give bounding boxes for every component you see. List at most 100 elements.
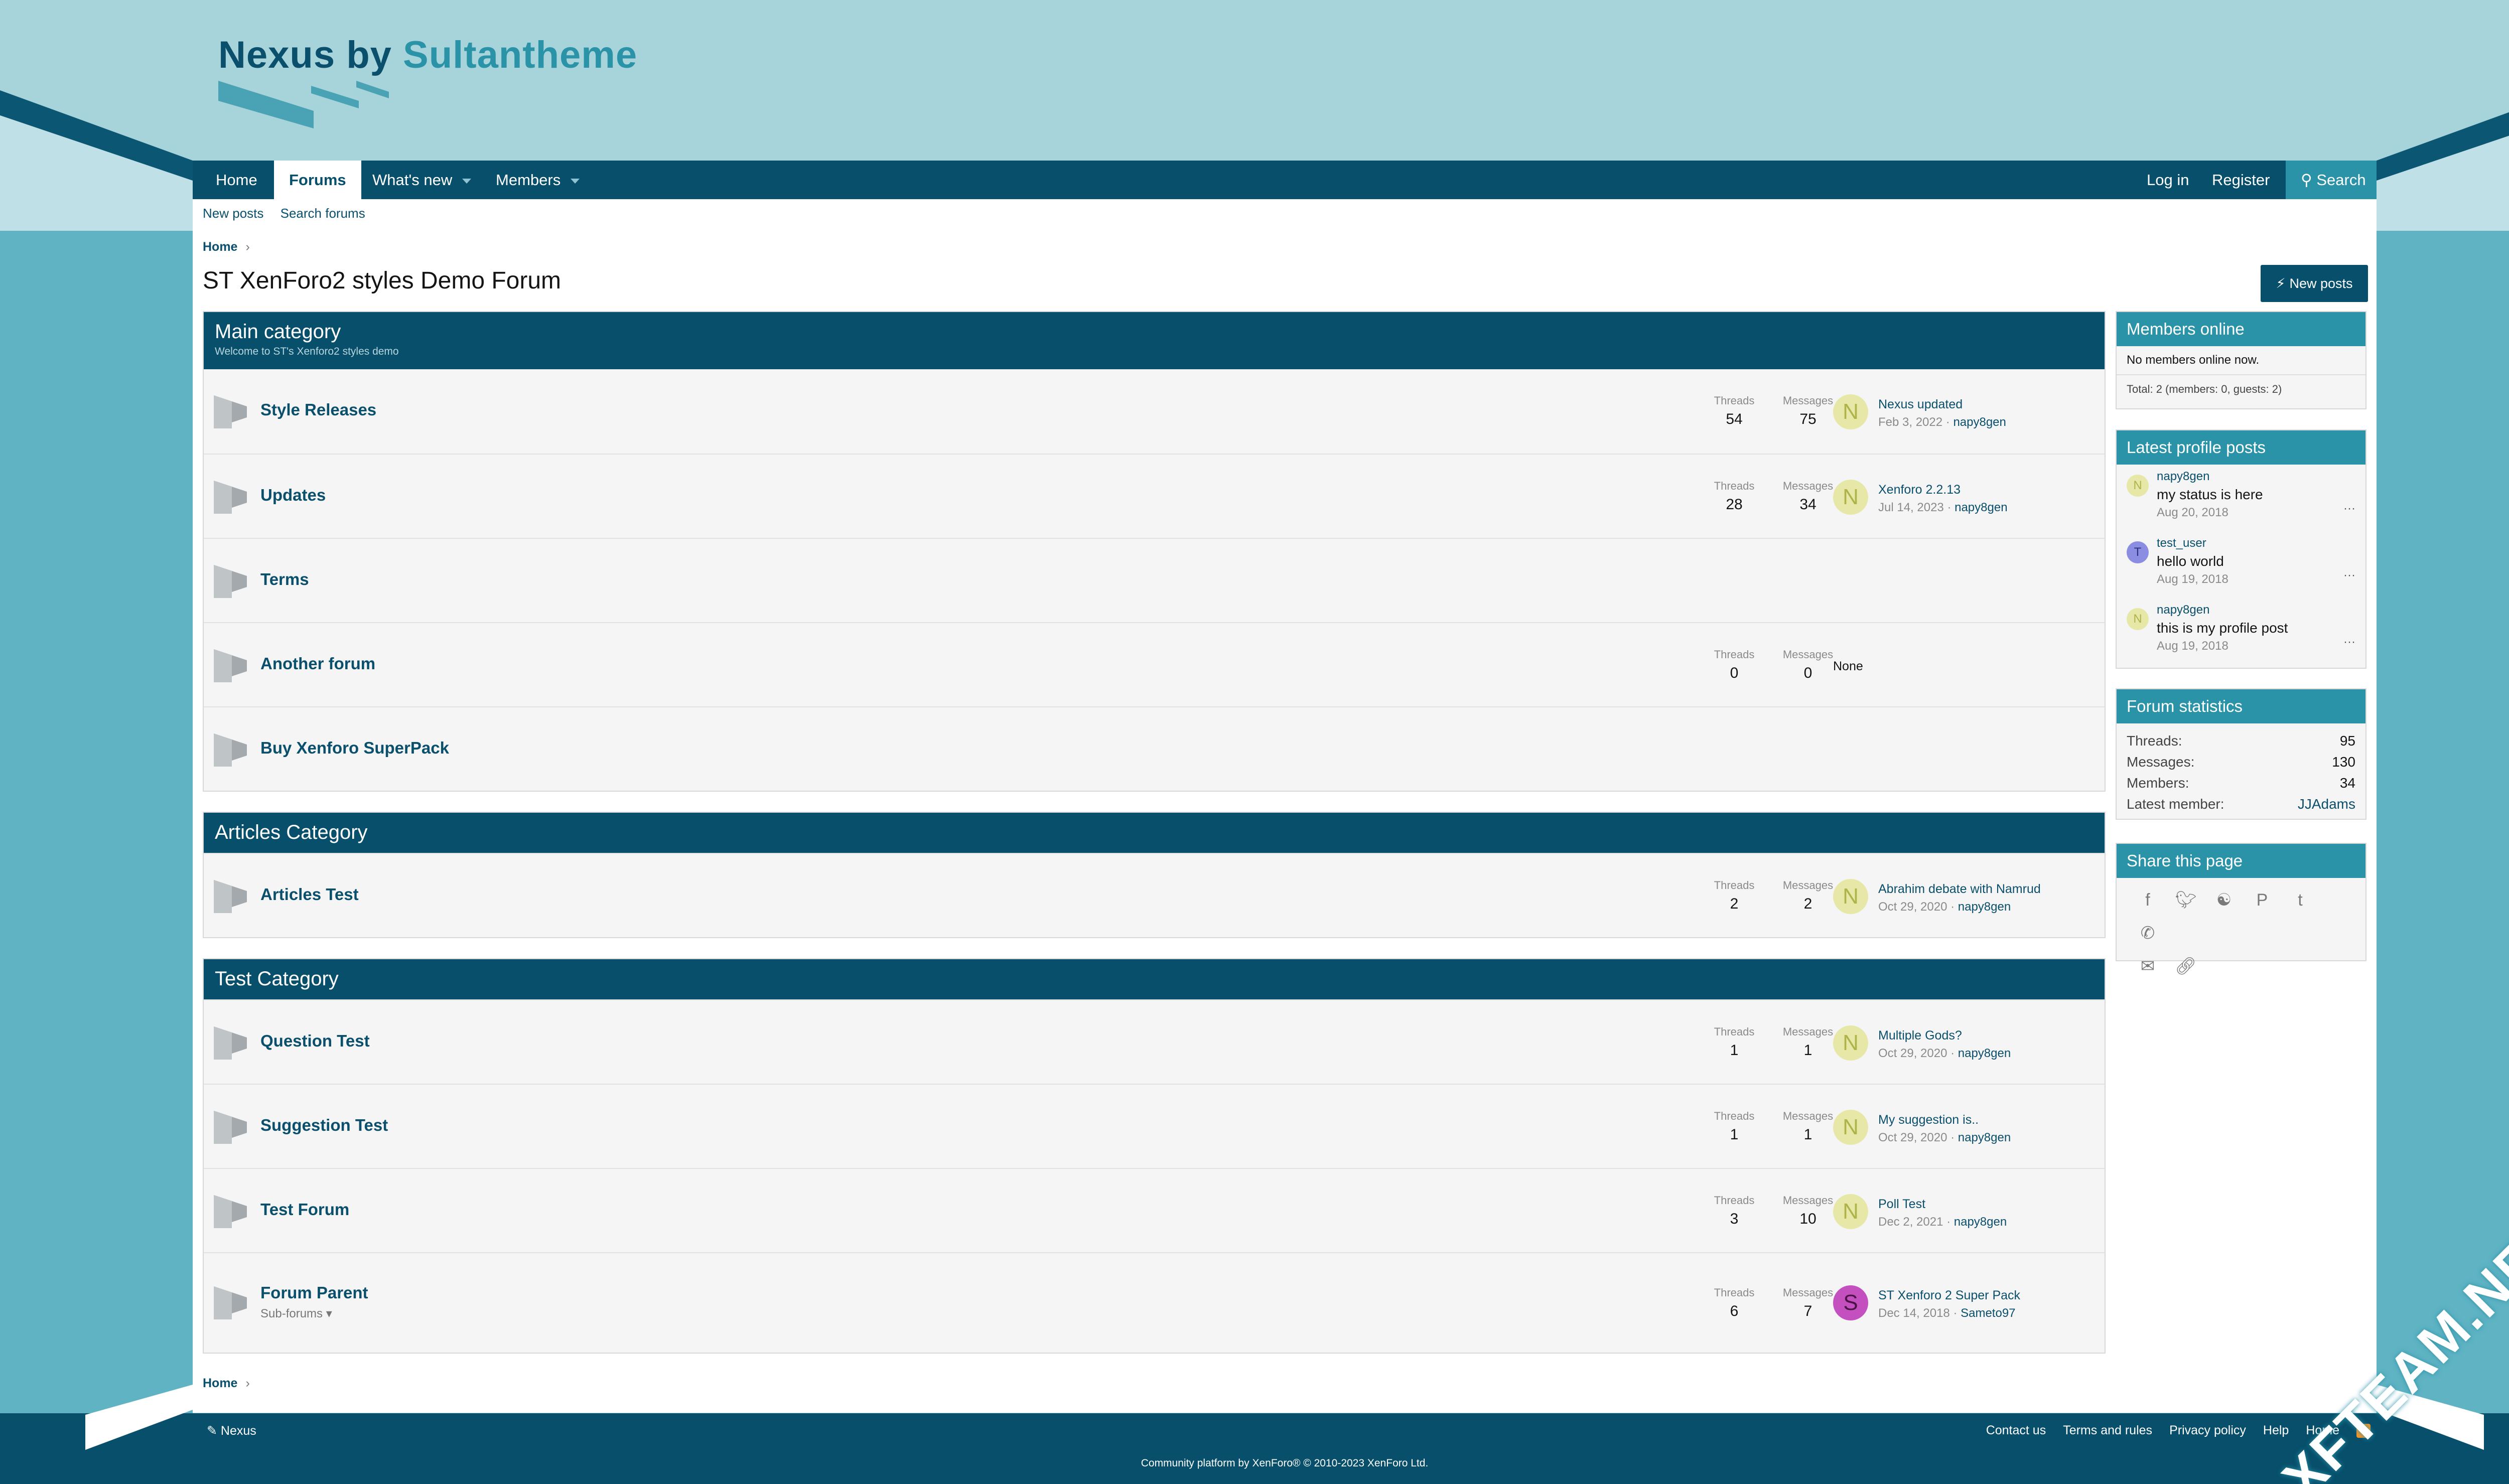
message-count: Messages 1 bbox=[1782, 1110, 1834, 1143]
sub-navigation: New posts Search forums bbox=[203, 206, 378, 226]
forum-node: Test Forum Threads 3 Messages 10 N Poll Te… bbox=[204, 1168, 2105, 1252]
avatar[interactable]: N bbox=[2127, 475, 2149, 497]
last-post-title[interactable]: My suggestion is.. bbox=[1878, 1113, 1979, 1127]
more-options-icon[interactable]: ··· bbox=[2343, 502, 2355, 516]
profile-post-date[interactable]: Aug 19, 2018 bbox=[2157, 639, 2228, 653]
last-post-date[interactable]: Oct 29, 2020 bbox=[1878, 1131, 1947, 1144]
breadcrumb-home[interactable]: Home bbox=[203, 240, 237, 254]
last-post-user[interactable]: napy8gen bbox=[1958, 900, 2011, 914]
search-button[interactable]: ⚲ Search bbox=[2286, 161, 2377, 199]
category-header[interactable]: Test Category bbox=[204, 959, 2105, 999]
profile-post-date[interactable]: Aug 20, 2018 bbox=[2157, 506, 2228, 520]
profile-post-user[interactable]: test_user bbox=[2157, 536, 2206, 550]
last-post-date[interactable]: Feb 3, 2022 bbox=[1878, 415, 1942, 429]
tumblr-icon[interactable]: t bbox=[2289, 889, 2311, 911]
category-title[interactable]: Test Category bbox=[215, 966, 2094, 991]
footer-link-terms[interactable]: Terms and rules bbox=[2063, 1423, 2152, 1437]
new-posts-link[interactable]: New posts bbox=[203, 206, 263, 221]
whatsapp-icon[interactable]: ✆ bbox=[2137, 922, 2159, 944]
avatar[interactable]: N bbox=[1833, 394, 1868, 429]
forum-title[interactable]: Forum Parent bbox=[260, 1283, 368, 1302]
last-post-user[interactable]: napy8gen bbox=[1958, 1047, 2011, 1060]
last-post-user[interactable]: napy8gen bbox=[1954, 1215, 2007, 1229]
last-post-date[interactable]: Oct 29, 2020 bbox=[1878, 1047, 1947, 1060]
footer-link-contact[interactable]: Contact us bbox=[1986, 1423, 2046, 1437]
style-chooser[interactable]: ✎ Nexus bbox=[207, 1423, 256, 1438]
more-options-icon[interactable]: ··· bbox=[2343, 635, 2355, 649]
avatar[interactable]: S bbox=[1833, 1285, 1868, 1320]
avatar[interactable]: N bbox=[1833, 480, 1868, 515]
last-post-title[interactable]: ST Xenforo 2 Super Pack bbox=[1878, 1288, 2020, 1303]
last-post-title[interactable]: Multiple Gods? bbox=[1878, 1028, 1962, 1043]
profile-post-date[interactable]: Aug 19, 2018 bbox=[2157, 572, 2228, 586]
last-post-user[interactable]: napy8gen bbox=[1953, 415, 2006, 429]
forum-title[interactable]: Another forum bbox=[260, 654, 375, 673]
copyright[interactable]: Community platform by XenForo® © 2010-20… bbox=[0, 1457, 2509, 1469]
last-post-title[interactable]: Xenforo 2.2.13 bbox=[1878, 483, 1961, 497]
block-header[interactable]: Forum statistics bbox=[2117, 689, 2365, 723]
avatar[interactable]: N bbox=[1833, 1194, 1868, 1229]
footer-link-privacy[interactable]: Privacy policy bbox=[2169, 1423, 2246, 1437]
avatar[interactable]: T bbox=[2127, 541, 2149, 563]
forum-title[interactable]: Updates bbox=[260, 486, 326, 505]
thread-count: Threads 1 bbox=[1714, 1110, 1755, 1143]
latest-member-link[interactable]: JJAdams bbox=[2298, 794, 2355, 815]
block-header[interactable]: Share this page bbox=[2117, 844, 2365, 878]
forum-title[interactable]: Buy Xenforo SuperPack bbox=[260, 738, 449, 758]
forum-title[interactable]: Suggestion Test bbox=[260, 1116, 388, 1135]
profile-post-user[interactable]: napy8gen bbox=[2157, 603, 2209, 617]
new-posts-button[interactable]: ⚡︎ New posts bbox=[2261, 265, 2368, 302]
forum-title[interactable]: Terms bbox=[260, 570, 309, 589]
last-post-title[interactable]: Abrahim debate with Namrud bbox=[1878, 882, 2041, 897]
subforums-toggle[interactable]: Sub-forums ▾ bbox=[260, 1306, 332, 1321]
footer-link-help[interactable]: Help bbox=[2263, 1423, 2289, 1437]
last-post-date[interactable]: Jul 14, 2023 bbox=[1878, 501, 1944, 514]
avatar[interactable]: N bbox=[1833, 1025, 1868, 1061]
block-header[interactable]: Members online bbox=[2117, 312, 2365, 346]
last-post-user[interactable]: napy8gen bbox=[1958, 1131, 2011, 1144]
profile-post-user[interactable]: napy8gen bbox=[2157, 470, 2209, 484]
email-icon[interactable]: ✉ bbox=[2137, 955, 2159, 977]
forum-icon bbox=[214, 395, 247, 428]
more-options-icon[interactable]: ··· bbox=[2343, 568, 2355, 582]
stat-members: Members: 34 bbox=[2127, 775, 2355, 791]
last-post-title[interactable]: Nexus updated bbox=[1878, 397, 1963, 412]
chevron-down-icon[interactable] bbox=[571, 178, 580, 184]
nav-tab-whats-new[interactable]: What's new bbox=[357, 161, 486, 199]
facebook-icon[interactable]: f bbox=[2137, 889, 2159, 911]
nav-tab-members[interactable]: Members bbox=[481, 161, 595, 199]
last-post-date[interactable]: Oct 29, 2020 bbox=[1878, 900, 1947, 914]
avatar[interactable]: N bbox=[1833, 879, 1868, 914]
category-header[interactable]: Main category Welcome to ST's Xenforo2 s… bbox=[204, 312, 2105, 369]
nav-tab-home[interactable]: Home bbox=[201, 161, 272, 199]
avatar[interactable]: N bbox=[2127, 608, 2149, 630]
last-post-user[interactable]: Sameto97 bbox=[1961, 1306, 2015, 1320]
nav-tab-forums[interactable]: Forums bbox=[274, 161, 361, 199]
stat-threads: Threads: 95 bbox=[2127, 733, 2355, 749]
twitter-icon[interactable]: 🐦︎ bbox=[2175, 889, 2197, 911]
thread-count: Threads 3 bbox=[1714, 1194, 1755, 1227]
last-post-title[interactable]: Poll Test bbox=[1878, 1197, 1925, 1212]
forum-title[interactable]: Test Forum bbox=[260, 1200, 349, 1219]
category-title[interactable]: Main category bbox=[215, 319, 2094, 344]
last-post-date[interactable]: Dec 14, 2018 bbox=[1878, 1306, 1950, 1320]
chevron-down-icon[interactable] bbox=[462, 178, 472, 184]
register-link[interactable]: Register bbox=[2197, 161, 2285, 199]
avatar[interactable]: N bbox=[1833, 1110, 1868, 1145]
forum-icon bbox=[214, 649, 247, 682]
forum-title[interactable]: Question Test bbox=[260, 1031, 370, 1051]
link-icon[interactable]: 🔗︎ bbox=[2175, 955, 2197, 977]
forum-title[interactable]: Style Releases bbox=[260, 400, 376, 419]
pinterest-icon[interactable]: P bbox=[2251, 889, 2273, 911]
block-header[interactable]: Latest profile posts bbox=[2117, 430, 2365, 465]
breadcrumb-home[interactable]: Home bbox=[203, 1376, 237, 1390]
reddit-icon[interactable]: ☯ bbox=[2213, 889, 2235, 911]
category-title[interactable]: Articles Category bbox=[215, 820, 2094, 845]
site-logo[interactable]: Nexus by Sultantheme bbox=[218, 33, 637, 131]
login-link[interactable]: Log in bbox=[2132, 161, 2204, 199]
category-header[interactable]: Articles Category bbox=[204, 813, 2105, 853]
last-post-date[interactable]: Dec 2, 2021 bbox=[1878, 1215, 1943, 1229]
search-forums-link[interactable]: Search forums bbox=[281, 206, 365, 221]
forum-title[interactable]: Articles Test bbox=[260, 885, 359, 904]
last-post-user[interactable]: napy8gen bbox=[1955, 501, 2007, 514]
